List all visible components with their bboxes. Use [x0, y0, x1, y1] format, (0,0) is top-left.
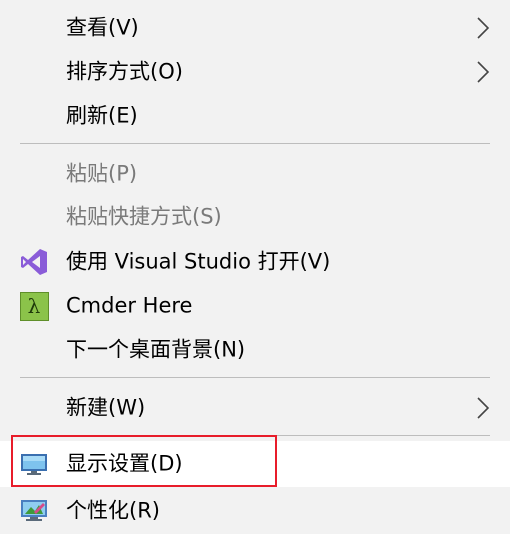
menu-item-label: Cmder Here — [66, 293, 193, 318]
menu-separator — [20, 377, 490, 378]
menu-item-sort-by[interactable]: 排序方式(O) — [0, 50, 510, 94]
menu-item-paste: 粘贴(P) — [0, 152, 510, 196]
personalize-icon — [18, 495, 50, 527]
menu-item-label: 新建(W) — [66, 395, 146, 420]
visual-studio-icon — [18, 246, 50, 278]
menu-item-paste-shortcut: 粘贴快捷方式(S) — [0, 195, 510, 239]
menu-item-cmder-here[interactable]: λ Cmder Here — [0, 284, 510, 328]
menu-item-view[interactable]: 查看(V) — [0, 6, 510, 50]
menu-item-label: 显示设置(D) — [66, 451, 183, 476]
menu-item-label: 下一个桌面背景(N) — [66, 337, 246, 362]
cmder-lambda-glyph: λ — [19, 291, 49, 321]
menu-item-label: 粘贴(P) — [66, 161, 138, 186]
menu-item-label: 刷新(E) — [66, 103, 138, 128]
menu-item-open-visual-studio[interactable]: 使用 Visual Studio 打开(V) — [0, 240, 510, 284]
menu-item-next-background[interactable]: 下一个桌面背景(N) — [0, 328, 510, 372]
menu-item-new[interactable]: 新建(W) — [0, 386, 510, 430]
cmder-icon: λ — [18, 290, 50, 322]
chevron-right-icon — [477, 61, 490, 83]
menu-item-label: 排序方式(O) — [66, 59, 183, 84]
menu-item-personalize[interactable]: 个性化(R) — [0, 489, 510, 533]
chevron-right-icon — [477, 17, 490, 39]
menu-item-refresh[interactable]: 刷新(E) — [0, 94, 510, 138]
menu-separator — [20, 143, 490, 144]
menu-item-label: 使用 Visual Studio 打开(V) — [66, 249, 331, 274]
menu-item-label: 查看(V) — [66, 15, 139, 40]
menu-item-label: 个性化(R) — [66, 498, 160, 523]
display-settings-icon — [18, 448, 50, 480]
context-menu: 查看(V) 排序方式(O) 刷新(E) 粘贴(P) 粘贴快捷方式(S) 使用 V… — [0, 0, 510, 534]
menu-separator — [20, 435, 490, 436]
menu-item-display-settings[interactable]: 显示设置(D) — [0, 441, 510, 487]
chevron-right-icon — [477, 397, 490, 419]
menu-item-label: 粘贴快捷方式(S) — [66, 204, 222, 229]
